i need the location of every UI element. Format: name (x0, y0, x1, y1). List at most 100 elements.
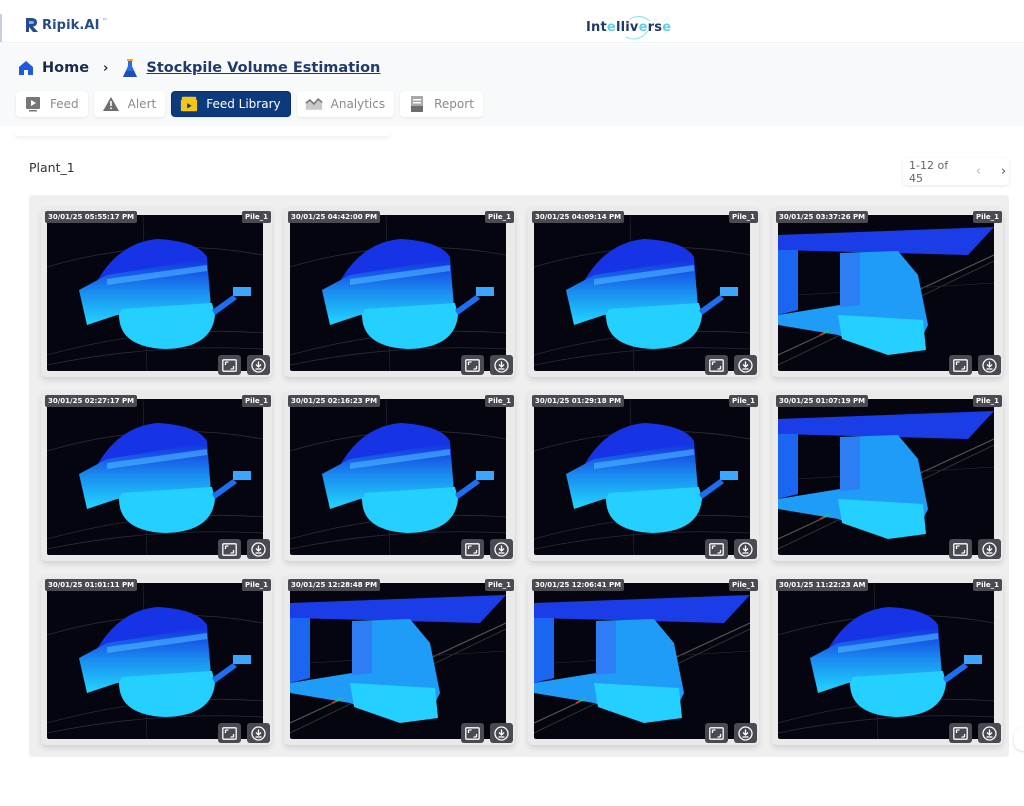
download-button[interactable] (247, 723, 270, 743)
card-pile-label: Pile_1 (484, 211, 514, 223)
feed-card[interactable]: 30/01/25 02:16:23 PM Pile_1 (284, 391, 515, 561)
download-icon (738, 725, 753, 741)
download-button[interactable] (978, 723, 1001, 743)
point-cloud-image[interactable] (778, 215, 994, 371)
expand-button[interactable] (461, 355, 484, 375)
card-timestamp: 30/01/25 03:37:26 PM (776, 211, 869, 223)
tab-analytics[interactable]: Analytics (296, 91, 395, 117)
report-document-icon (408, 95, 426, 113)
card-timestamp: 30/01/25 05:55:17 PM (45, 211, 138, 223)
download-button[interactable] (734, 723, 757, 743)
point-cloud-image[interactable] (47, 583, 263, 739)
play-screen-icon (24, 95, 42, 113)
point-cloud-image[interactable] (534, 215, 750, 371)
card-timestamp: 30/01/25 01:01:11 PM (45, 579, 138, 591)
breadcrumb-home[interactable]: Home (42, 60, 89, 76)
expand-button[interactable] (218, 723, 241, 743)
tab-feed-library-label: Feed Library (206, 97, 281, 111)
feed-card[interactable]: 30/01/25 11:22:23 AM Pile_1 (772, 575, 1003, 745)
expand-button[interactable] (949, 355, 972, 375)
feed-card[interactable]: 30/01/25 04:09:14 PM Pile_1 (528, 207, 759, 377)
breadcrumb-current[interactable]: Stockpile Volume Estimation (146, 60, 380, 76)
expand-button[interactable] (705, 355, 728, 375)
expand-button[interactable] (705, 539, 728, 559)
expand-icon (465, 726, 480, 740)
download-button[interactable] (978, 355, 1001, 375)
download-icon (982, 357, 997, 373)
card-timestamp: 30/01/25 02:16:23 PM (288, 395, 381, 407)
point-cloud-image[interactable] (290, 583, 506, 739)
pagination-next-button[interactable]: › (998, 164, 1009, 179)
point-cloud-image[interactable] (534, 583, 750, 739)
point-cloud-image[interactable] (778, 583, 994, 739)
point-cloud-image[interactable] (290, 399, 506, 555)
home-icon[interactable] (18, 60, 34, 76)
card-timestamp: 30/01/25 04:09:14 PM (532, 211, 625, 223)
card-timestamp: 30/01/25 12:06:41 PM (532, 579, 625, 591)
expand-icon (465, 358, 480, 372)
card-timestamp: 30/01/25 11:22:23 AM (776, 579, 869, 591)
plant-title: Plant_1 (29, 160, 75, 175)
card-pile-label: Pile_1 (484, 579, 514, 591)
expand-button[interactable] (949, 723, 972, 743)
expand-button[interactable] (461, 723, 484, 743)
ripik-logo[interactable]: Ripik.AI ™ (25, 17, 108, 33)
tab-report[interactable]: Report (400, 91, 483, 117)
download-button[interactable] (490, 539, 513, 559)
point-cloud-image[interactable] (47, 215, 263, 371)
download-icon (251, 725, 266, 741)
feed-card[interactable]: 30/01/25 02:27:17 PM Pile_1 (41, 391, 272, 561)
download-icon (738, 357, 753, 373)
brand-name: Ripik.AI (42, 17, 100, 33)
feed-card[interactable]: 30/01/25 04:42:00 PM Pile_1 (284, 207, 515, 377)
top-bar: Ripik.AI ™ Intelliverse (0, 0, 1024, 43)
download-button[interactable] (247, 355, 270, 375)
card-timestamp: 30/01/25 02:27:17 PM (45, 395, 138, 407)
download-button[interactable] (978, 539, 1001, 559)
download-button[interactable] (734, 355, 757, 375)
download-icon (982, 725, 997, 741)
expand-button[interactable] (705, 723, 728, 743)
expand-button[interactable] (461, 539, 484, 559)
download-button[interactable] (490, 723, 513, 743)
card-timestamp: 30/01/25 01:29:18 PM (532, 395, 625, 407)
tab-feed[interactable]: Feed (16, 91, 88, 117)
point-cloud-image[interactable] (47, 399, 263, 555)
download-button[interactable] (247, 539, 270, 559)
download-button[interactable] (490, 355, 513, 375)
feed-card[interactable]: 30/01/25 12:06:41 PM Pile_1 (528, 575, 759, 745)
download-icon (494, 357, 509, 373)
feed-card[interactable]: 30/01/25 01:29:18 PM Pile_1 (528, 391, 759, 561)
card-pile-label: Pile_1 (484, 395, 514, 407)
expand-button[interactable] (218, 355, 241, 375)
tab-alert-label: Alert (127, 97, 157, 111)
point-cloud-image[interactable] (534, 399, 750, 555)
download-button[interactable] (734, 539, 757, 559)
point-cloud-image[interactable] (290, 215, 506, 371)
folder-play-icon (180, 95, 198, 113)
breadcrumb-separator: › (103, 60, 109, 76)
expand-icon (709, 726, 724, 740)
card-pile-label: Pile_1 (972, 395, 1002, 407)
pagination: 1-12 of 45 ‹ › (903, 158, 1009, 185)
feed-card[interactable]: 30/01/25 01:07:19 PM Pile_1 (772, 391, 1003, 561)
download-icon (494, 725, 509, 741)
card-timestamp: 30/01/25 12:28:48 PM (288, 579, 381, 591)
left-edge-line (0, 14, 2, 42)
feed-card[interactable]: 30/01/25 01:01:11 PM Pile_1 (41, 575, 272, 745)
tab-feed-library[interactable]: Feed Library (171, 91, 291, 117)
expand-button[interactable] (949, 539, 972, 559)
point-cloud-image[interactable] (778, 399, 994, 555)
expand-button[interactable] (218, 539, 241, 559)
feed-card[interactable]: 30/01/25 05:55:17 PM Pile_1 (41, 207, 272, 377)
breadcrumb: Home › Stockpile Volume Estimation (18, 58, 380, 78)
tab-alert[interactable]: Alert (93, 91, 166, 117)
pagination-prev-button[interactable]: ‹ (973, 164, 984, 179)
card-pile-label: Pile_1 (972, 211, 1002, 223)
intelliverse-logo: Intelliverse (586, 13, 671, 41)
feed-card[interactable]: 30/01/25 12:28:48 PM Pile_1 (284, 575, 515, 745)
scroll-to-top-button[interactable] (1014, 727, 1024, 751)
card-pile-label: Pile_1 (241, 211, 271, 223)
feed-card[interactable]: 30/01/25 03:37:26 PM Pile_1 (772, 207, 1003, 377)
expand-icon (709, 542, 724, 556)
